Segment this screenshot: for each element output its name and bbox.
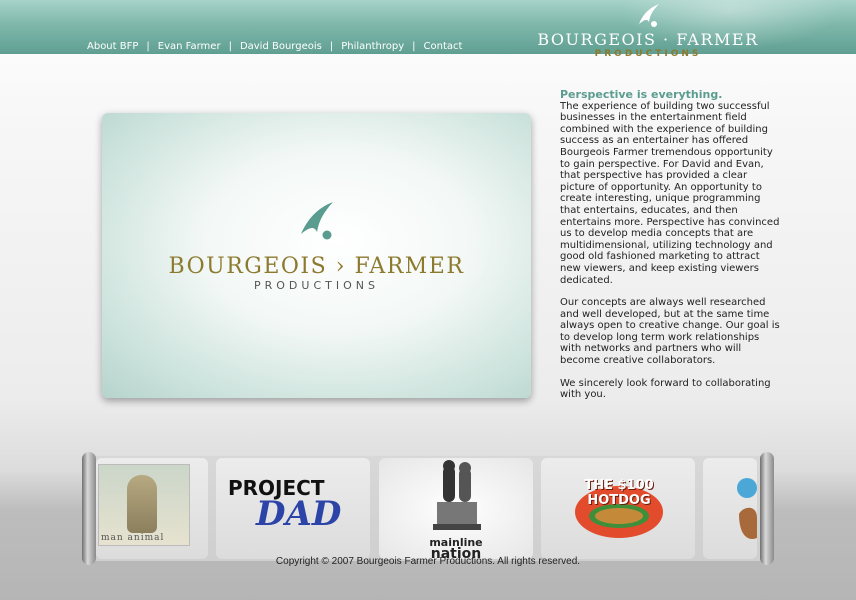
- intro-heading: Perspective is everything.: [560, 88, 723, 101]
- show-label: DAD: [256, 494, 342, 534]
- brand-name: BOURGEOIS · FARMER: [537, 30, 759, 49]
- show-tile-man-animal[interactable]: man animal: [96, 458, 208, 559]
- figure-image: [127, 475, 157, 533]
- brand-logo[interactable]: BOURGEOIS · FARMER PRODUCTIONS: [530, 2, 766, 66]
- hero-panel: BOURGEOIS › FARMER PRODUCTIONS: [102, 113, 531, 398]
- swoosh-dot-logo-icon: [639, 4, 659, 27]
- hotdog-logo-icon: [575, 486, 663, 538]
- intro-paragraph: Our concepts are always well researched …: [560, 297, 780, 367]
- nav-evan-farmer[interactable]: Evan Farmer: [158, 41, 221, 52]
- brand-sub: PRODUCTIONS: [594, 49, 702, 59]
- man-animal-thumbnail: man animal: [98, 464, 190, 546]
- hero-brand-sub: PRODUCTIONS: [254, 279, 379, 292]
- footer-copyright: Copyright © 2007 Bourgeois Farmer Produc…: [275, 556, 581, 567]
- intro-paragraph: The experience of building two successfu…: [560, 100, 780, 286]
- intro-copy: Perspective is everything. The experienc…: [560, 89, 780, 412]
- intro-paragraph: We sincerely look forward to collaborati…: [560, 377, 771, 401]
- show-tile-project-dad[interactable]: PROJECT DAD: [216, 458, 370, 559]
- nav-david-bourgeois[interactable]: David Bourgeois: [240, 41, 322, 52]
- nav-separator: |: [412, 41, 416, 52]
- hero-brand-name: BOURGEOIS › FARMER: [168, 254, 465, 279]
- statue-icon: [433, 460, 481, 530]
- swoosh-dot-logo-icon: [300, 202, 333, 240]
- nav-separator: |: [146, 41, 150, 52]
- nav-separator: |: [228, 41, 232, 52]
- nav-about[interactable]: About BFP: [87, 41, 138, 52]
- nav-philanthropy[interactable]: Philanthropy: [341, 41, 404, 52]
- carousel-right-endcap[interactable]: [760, 452, 774, 565]
- hero-logo: BOURGEOIS › FARMER PRODUCTIONS: [102, 198, 531, 292]
- shows-carousel: man animal PROJECT DAD mainline nation T…: [82, 452, 774, 565]
- show-tile-hotdog[interactable]: THE $100 HOTDOG: [541, 458, 695, 559]
- show-label: man animal: [101, 533, 165, 543]
- nav-contact[interactable]: Contact: [424, 41, 463, 52]
- nav-separator: |: [329, 41, 334, 52]
- main-nav: About BFP | Evan Farmer | David Bourgeois | Ph…: [87, 41, 462, 52]
- cartoon-character-icon: [737, 478, 757, 539]
- carousel-left-endcap[interactable]: [82, 452, 96, 565]
- show-tile-partial[interactable]: [703, 458, 757, 559]
- show-tile-mainline-nation[interactable]: mainline nation: [379, 458, 533, 559]
- show-label: THE $100 HOTDOG: [584, 478, 654, 508]
